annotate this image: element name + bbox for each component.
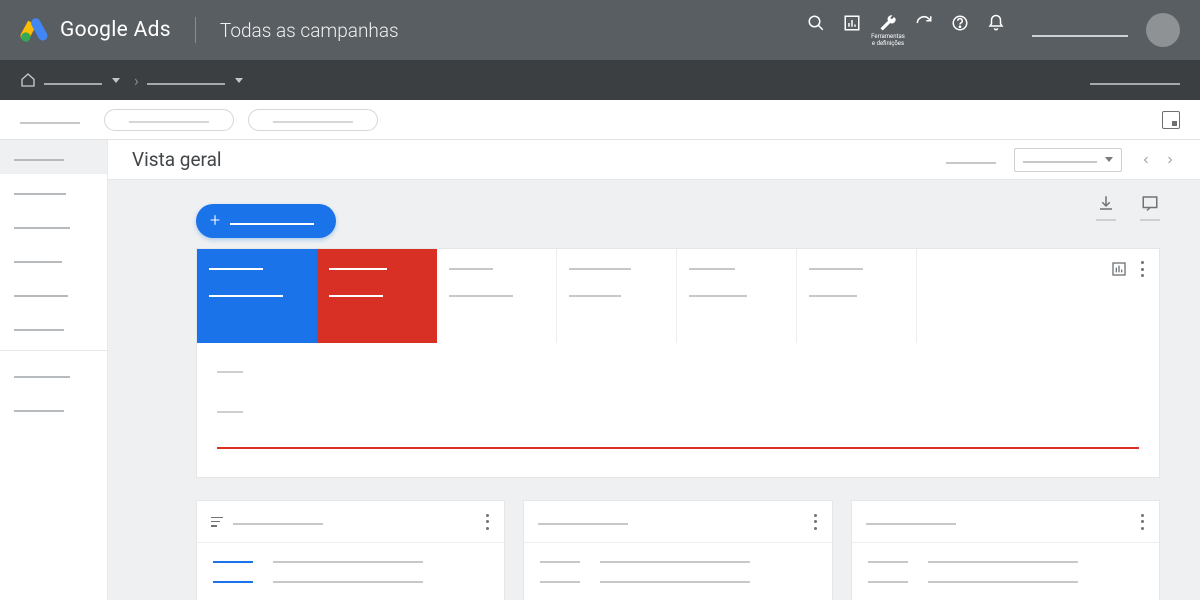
download-button[interactable] xyxy=(1096,194,1116,221)
plus-icon: + xyxy=(210,212,220,230)
account-switcher[interactable] xyxy=(1032,23,1128,37)
more-menu-icon[interactable] xyxy=(486,514,490,530)
sidebar-item-5[interactable] xyxy=(0,310,107,344)
refresh-button[interactable] xyxy=(908,12,940,46)
filter-bar xyxy=(0,100,1200,140)
top-header: Google Ads Todas as campanhas Ferramenta… xyxy=(0,0,1200,60)
bell-icon xyxy=(987,14,1005,32)
content: Vista geral xyxy=(108,140,1200,600)
tools-label: Ferramentas e definições xyxy=(871,34,905,47)
feedback-icon xyxy=(1141,194,1159,212)
page-title: Vista geral xyxy=(132,148,222,171)
left-nav xyxy=(0,140,108,600)
metric-tile-5[interactable] xyxy=(797,249,917,343)
avatar[interactable] xyxy=(1146,13,1180,47)
table-row[interactable] xyxy=(868,557,1143,563)
search-icon xyxy=(807,14,825,32)
divider xyxy=(195,17,196,43)
product-name: Google Ads xyxy=(60,18,171,42)
main: Vista geral xyxy=(0,140,1200,600)
table-row[interactable] xyxy=(540,557,815,563)
sidebar-item-2[interactable] xyxy=(0,208,107,242)
metric-tile-3[interactable] xyxy=(557,249,677,343)
refresh-icon xyxy=(915,14,933,32)
sidebar-item-3[interactable] xyxy=(0,242,107,276)
wrench-icon xyxy=(879,14,897,32)
help-button[interactable] xyxy=(944,12,976,46)
summary-card-1 xyxy=(523,500,832,600)
date-nav xyxy=(1140,154,1176,166)
home-icon[interactable] xyxy=(20,72,36,88)
sidebar-item-0[interactable] xyxy=(0,140,107,174)
breadcrumb-bar: › xyxy=(0,60,1200,100)
chevron-down-icon xyxy=(1105,157,1113,162)
download-icon xyxy=(1097,194,1115,212)
sidebar-item-7[interactable] xyxy=(0,357,107,391)
header-scope-title[interactable]: Todas as campanhas xyxy=(220,19,399,42)
chevron-right-icon[interactable] xyxy=(1164,154,1176,166)
sort-icon[interactable] xyxy=(211,517,223,527)
date-range-label xyxy=(946,156,996,164)
table-row[interactable] xyxy=(213,557,488,563)
sidebar-item-8[interactable] xyxy=(0,391,107,425)
new-campaign-button[interactable]: + xyxy=(196,204,336,238)
more-menu-icon[interactable] xyxy=(814,514,818,530)
breadcrumb-level-1[interactable] xyxy=(44,75,120,85)
tools-button[interactable]: Ferramentas e definições xyxy=(872,12,904,47)
chart-series-red xyxy=(217,447,1139,449)
metric-tile-2[interactable] xyxy=(437,249,557,343)
summary-card-0 xyxy=(196,500,505,600)
table-row[interactable] xyxy=(213,577,488,583)
search-button[interactable] xyxy=(800,12,832,46)
table-row[interactable] xyxy=(868,577,1143,583)
logo[interactable]: Google Ads xyxy=(20,16,171,44)
header-utilities: Ferramentas e definições xyxy=(800,12,1012,47)
filter-chip-2[interactable] xyxy=(248,109,378,131)
metric-tile-0[interactable] xyxy=(197,249,317,343)
filter-chip-1[interactable] xyxy=(104,109,234,131)
summary-card-2 xyxy=(851,500,1160,600)
chevron-down-icon xyxy=(112,78,120,83)
more-menu-icon[interactable] xyxy=(1141,514,1145,530)
chevron-left-icon[interactable] xyxy=(1140,154,1152,166)
more-menu-icon[interactable] xyxy=(1141,261,1145,277)
bar-chart-icon xyxy=(843,14,861,32)
date-range-select[interactable] xyxy=(1014,148,1122,172)
overview-chart xyxy=(197,343,1159,477)
chart-settings-icon[interactable] xyxy=(1111,261,1127,277)
workspace-icon[interactable] xyxy=(1162,111,1180,129)
metric-tile-4[interactable] xyxy=(677,249,797,343)
notifications-button[interactable] xyxy=(980,12,1012,46)
filter-label xyxy=(20,116,80,124)
breadcrumb-aux[interactable] xyxy=(1090,75,1180,85)
metric-tile-1[interactable] xyxy=(317,249,437,343)
chevron-right-icon: › xyxy=(134,71,139,90)
help-icon xyxy=(951,14,969,32)
reports-button[interactable] xyxy=(836,12,868,46)
chevron-down-icon xyxy=(235,78,243,83)
breadcrumb-level-2[interactable] xyxy=(147,75,243,85)
sidebar-item-1[interactable] xyxy=(0,174,107,208)
overview-metrics-card xyxy=(196,248,1160,478)
table-row[interactable] xyxy=(540,577,815,583)
sidebar-item-4[interactable] xyxy=(0,276,107,310)
content-header: Vista geral xyxy=(108,140,1200,180)
google-ads-logo-icon xyxy=(20,16,48,44)
feedback-button[interactable] xyxy=(1140,194,1160,221)
content-body: + xyxy=(108,180,1200,600)
